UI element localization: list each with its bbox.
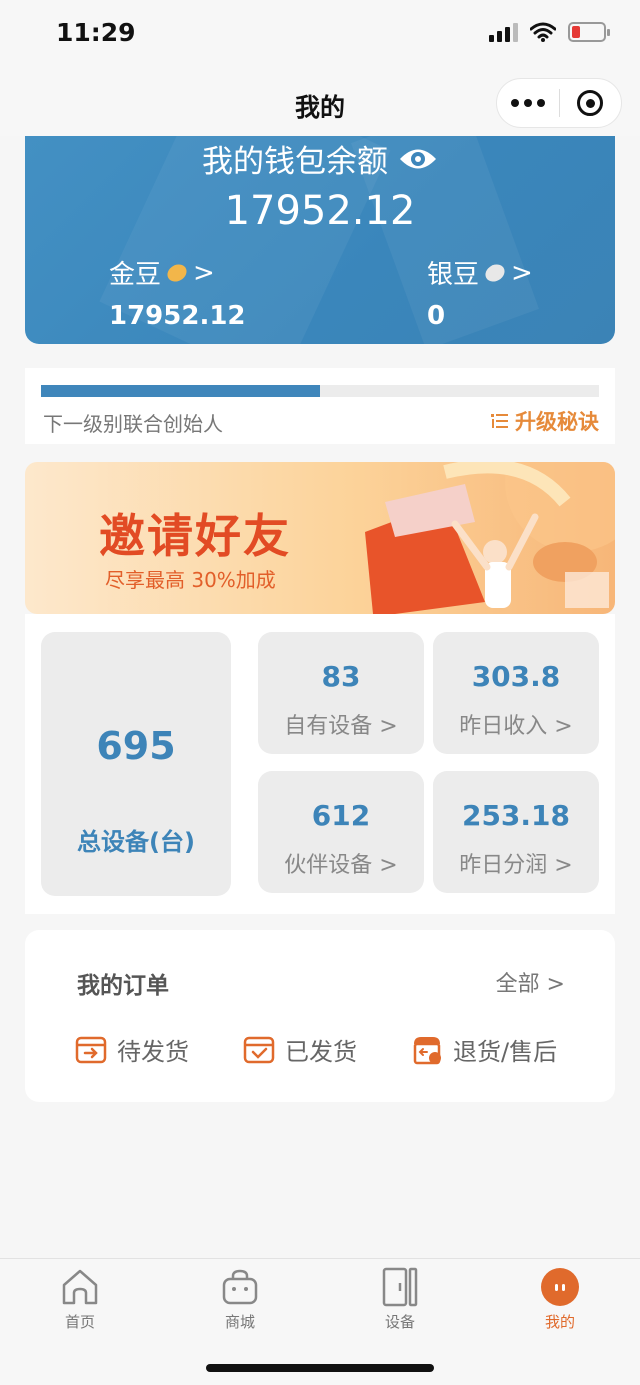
silver-bean-label: 银豆 [427, 260, 480, 290]
gold-bean-value: 17952.12 [109, 301, 246, 331]
tab-home-label: 首页 [64, 1313, 95, 1331]
wallet-total: 17952.12 [224, 188, 416, 234]
silver-bean-link[interactable]: 银豆 > [427, 254, 533, 291]
more-icon[interactable] [497, 99, 559, 107]
wallet-title: 我的钱包余额 [25, 136, 615, 181]
eye-icon[interactable] [398, 146, 438, 172]
close-miniapp-button[interactable] [559, 90, 621, 116]
gold-bean-block[interactable]: 金豆 > 17952.12 [109, 254, 246, 332]
yesterday-profit-value: 253.18 [461, 799, 571, 832]
yesterday-profit-label: 昨日分润 > [459, 853, 573, 878]
profile-icon [541, 1268, 579, 1306]
chevron-right-icon: > [511, 257, 533, 288]
wallet-title-text: 我的钱包余额 [202, 144, 388, 180]
tab-profile[interactable]: 我的 [520, 1267, 600, 1332]
own-devices-value: 83 [321, 660, 361, 693]
silver-bean-icon [482, 260, 508, 285]
own-devices-tile[interactable]: 83 自有设备 > [258, 632, 424, 754]
tab-shop[interactable]: 商城 [200, 1267, 280, 1332]
level-progress-bar [41, 385, 599, 397]
banner-subtitle: 尽享最高 30%加成 [105, 568, 276, 592]
order-pending-shipment[interactable]: 待发货 [75, 1032, 189, 1067]
upgrade-tips-label: 升级秘诀 [515, 410, 599, 434]
yesterday-income-tile[interactable]: 303.8 昨日收入 > [433, 632, 599, 754]
silver-bean-value: 0 [427, 301, 446, 331]
return-icon [413, 1036, 441, 1064]
orders-all-link[interactable]: 全部 > [496, 966, 565, 998]
device-icon [382, 1267, 418, 1307]
tab-devices-label: 设备 [384, 1313, 415, 1331]
upgrade-tips-button[interactable]: 升级秘诀 [491, 406, 599, 436]
level-progress-fill [41, 385, 320, 397]
level-card: 下一级别联合创始人 升级秘诀 [25, 368, 615, 444]
orders-card: 我的订单 全部 > 待发货 已发货 退货/售后 [25, 930, 615, 1102]
order-shipped-label: 已发货 [285, 1038, 357, 1066]
yesterday-income-value: 303.8 [471, 660, 561, 693]
yesterday-income-label: 昨日收入 > [459, 714, 573, 739]
total-devices-value: 695 [96, 724, 176, 768]
yesterday-profit-tile[interactable]: 253.18 昨日分润 > [433, 771, 599, 893]
nav-bar: 我的 [0, 70, 640, 136]
total-devices-label: 总设备(台) [77, 828, 195, 856]
partner-devices-label: 伙伴设备 > [284, 853, 398, 878]
status-time: 11:29 [56, 18, 136, 47]
battery-icon [568, 22, 610, 42]
invite-friends-banner[interactable]: 邀请好友 尽享最高 30%加成 [25, 462, 615, 614]
order-return[interactable]: 退货/售后 [411, 1032, 557, 1067]
orders-title: 我的订单 [77, 973, 169, 999]
miniapp-capsule [496, 78, 622, 128]
target-icon [577, 90, 604, 116]
total-devices-tile[interactable]: 695 总设备(台) [41, 632, 231, 896]
list-icon [491, 414, 508, 428]
shop-bag-icon [222, 1269, 258, 1305]
gift-illustration [365, 462, 615, 614]
own-devices-label: 自有设备 > [284, 714, 398, 739]
chevron-right-icon: > [193, 257, 215, 288]
silver-bean-block[interactable]: 银豆 > 0 [427, 254, 533, 332]
signal-icon [489, 22, 518, 42]
order-return-label: 退货/售后 [453, 1038, 558, 1066]
tab-home[interactable]: 首页 [40, 1267, 120, 1332]
home-indicator [206, 1364, 434, 1372]
pending-shipment-icon [75, 1036, 107, 1063]
tab-devices[interactable]: 设备 [360, 1267, 440, 1332]
banner-title: 邀请好友 [99, 509, 291, 563]
gold-bean-link[interactable]: 金豆 > [109, 254, 246, 291]
gold-bean-label: 金豆 [109, 260, 162, 290]
wallet-card: 我的钱包余额 17952.12 金豆 > 17952.12 银豆 > 0 [25, 136, 615, 344]
status-icons [489, 22, 610, 42]
order-pending-label: 待发货 [117, 1038, 189, 1066]
status-bar: 11:29 [0, 0, 640, 70]
tab-shop-label: 商城 [224, 1313, 255, 1331]
shipped-icon [243, 1036, 275, 1063]
wifi-icon [530, 22, 556, 42]
tab-profile-label: 我的 [544, 1313, 575, 1331]
order-shipped[interactable]: 已发货 [243, 1032, 357, 1067]
home-icon [62, 1269, 98, 1305]
stats-card: 695 总设备(台) 83 自有设备 > 303.8 昨日收入 > 612 伙伴… [25, 614, 615, 914]
partner-devices-tile[interactable]: 612 伙伴设备 > [258, 771, 424, 893]
gold-bean-icon [164, 260, 190, 285]
next-level-text: 下一级别联合创始人 [43, 412, 223, 436]
partner-devices-value: 612 [311, 799, 371, 832]
